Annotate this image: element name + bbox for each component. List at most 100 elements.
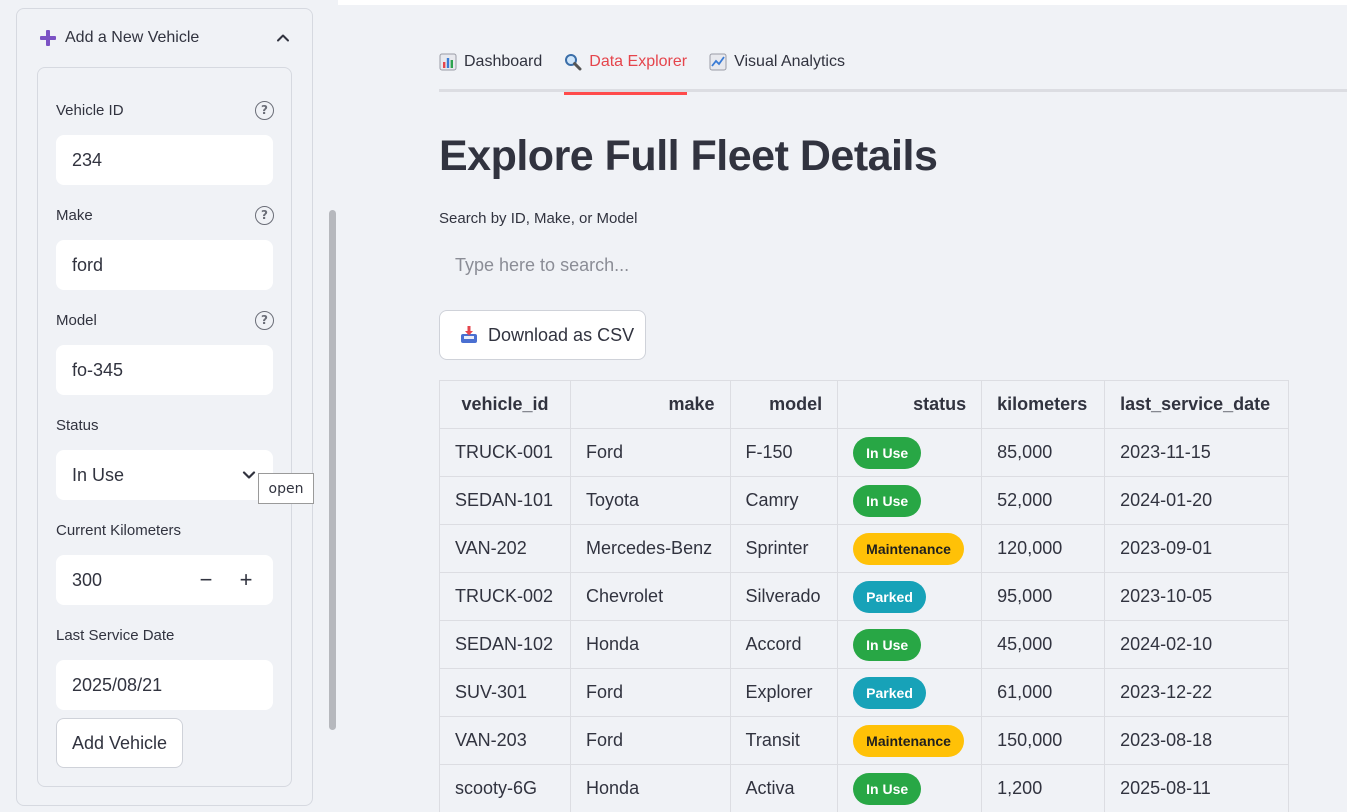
status-label: Status (56, 416, 99, 434)
cell-kilometers: 61,000 (981, 668, 1106, 717)
service-date-label: Last Service Date (56, 626, 175, 644)
tab-label: Dashboard (464, 53, 543, 70)
make-label: Make (56, 206, 93, 224)
column-header[interactable]: last_service_date (1104, 380, 1289, 429)
fleet-table: vehicle_id make model status kilometers … (438, 380, 1289, 812)
column-header[interactable]: kilometers (981, 380, 1106, 429)
cell-vehicle-id: TRUCK-001 (438, 428, 572, 477)
model-label: Model (56, 311, 97, 329)
cell-status: Maintenance (837, 524, 983, 573)
bar-chart-icon (439, 53, 457, 71)
download-csv-button[interactable]: Download as CSV (439, 310, 646, 360)
help-icon[interactable]: ? (255, 205, 274, 225)
cell-make: Ford (570, 668, 731, 717)
cell-status: In Use (837, 620, 983, 669)
table-header-row: vehicle_id make model status kilometers … (438, 380, 1289, 429)
status-select[interactable]: In Use (56, 450, 273, 500)
chevron-up-icon[interactable] (276, 31, 290, 45)
model-input[interactable]: fo-345 (56, 345, 273, 395)
cell-status: In Use (837, 428, 983, 477)
tab-data-explorer[interactable]: Data Explorer (564, 40, 688, 95)
cell-vehicle-id: SEDAN-101 (438, 476, 572, 525)
cell-vehicle-id: VAN-203 (438, 716, 572, 765)
cell-vehicle-id: TRUCK-002 (438, 572, 572, 621)
add-vehicle-button[interactable]: Add Vehicle (56, 718, 184, 768)
table-row: SEDAN-102 Honda Accord In Use 45,000 202… (438, 620, 1289, 669)
cell-model: Silverado (729, 572, 839, 621)
search-placeholder: Type here to search... (455, 254, 630, 275)
expander-header[interactable]: Add a New Vehicle (17, 9, 312, 67)
tab-dashboard[interactable]: Dashboard (439, 40, 542, 92)
help-icon[interactable]: ? (255, 310, 274, 330)
page-title: Explore Full Fleet Details (439, 132, 938, 180)
cell-kilometers: 150,000 (981, 716, 1106, 765)
expander-title: Add a New Vehicle (65, 29, 200, 46)
cell-vehicle-id: VAN-202 (438, 524, 572, 573)
table-row: SEDAN-101 Toyota Camry In Use 52,000 202… (438, 476, 1289, 525)
column-header[interactable]: model (729, 380, 839, 429)
status-badge: Parked (853, 676, 926, 709)
cell-make: Ford (570, 716, 731, 765)
magnifier-icon (565, 54, 582, 71)
increment-button[interactable]: + (235, 567, 257, 593)
cell-make: Honda (570, 764, 731, 812)
status-badge: In Use (853, 436, 922, 469)
status-value: In Use (72, 464, 125, 485)
sidebar: Add a New Vehicle Vehicle ID ? 234 Make … (0, 0, 336, 812)
cell-make: Chevrolet (570, 572, 731, 621)
kilometers-label: Current Kilometers (56, 521, 182, 539)
cell-make: Ford (570, 428, 731, 477)
cell-make: Honda (570, 620, 731, 669)
add-vehicle-expander: Add a New Vehicle Vehicle ID ? 234 Make … (16, 8, 313, 806)
cell-service-date: 2023-10-05 (1104, 572, 1289, 621)
kilometers-field: Current Kilometers 300 − + (56, 520, 274, 605)
tab-visual-analytics[interactable]: Visual Analytics (709, 40, 845, 92)
cell-status: Parked (837, 668, 983, 717)
status-field: Status In Use (56, 415, 274, 500)
cell-model: Camry (729, 476, 839, 525)
service-date-field: Last Service Date 2025/08/21 (56, 625, 274, 710)
status-badge: Parked (853, 580, 926, 613)
table-row: TRUCK-002 Chevrolet Silverado Parked 95,… (438, 572, 1289, 621)
cell-kilometers: 85,000 (981, 428, 1106, 477)
search-input[interactable]: Type here to search... (439, 240, 1347, 290)
vehicle-id-input[interactable]: 234 (56, 135, 273, 185)
column-header[interactable]: make (570, 380, 731, 429)
tooltip: open (258, 473, 314, 504)
cell-service-date: 2023-12-22 (1104, 668, 1289, 717)
table-row: VAN-202 Mercedes-Benz Sprinter Maintenan… (438, 524, 1289, 573)
tab-label: Visual Analytics (734, 53, 845, 70)
add-vehicle-form: Vehicle ID ? 234 Make ? ford Model ? fo-… (37, 67, 292, 787)
status-badge: Maintenance (853, 724, 964, 757)
cell-kilometers: 52,000 (981, 476, 1106, 525)
service-date-value: 2025/08/21 (72, 674, 163, 695)
column-header[interactable]: status (837, 380, 983, 429)
service-date-input[interactable]: 2025/08/21 (56, 660, 273, 710)
status-badge: In Use (853, 484, 922, 517)
cell-service-date: 2023-11-15 (1104, 428, 1289, 477)
cell-kilometers: 120,000 (981, 524, 1106, 573)
vehicle-id-value: 234 (72, 149, 103, 170)
cell-service-date: 2025-08-11 (1104, 764, 1289, 812)
tab-label: Data Explorer (589, 53, 688, 70)
decrement-button[interactable]: − (195, 567, 217, 593)
help-icon[interactable]: ? (255, 100, 274, 120)
inbox-tray-icon (461, 326, 477, 343)
table-row: scooty-6G Honda Activa In Use 1,200 2025… (438, 764, 1289, 812)
kilometers-stepper[interactable]: 300 − + (56, 555, 273, 605)
table-row: SUV-301 Ford Explorer Parked 61,000 2023… (438, 668, 1289, 717)
cell-model: F-150 (729, 428, 839, 477)
sidebar-scrollbar[interactable] (329, 210, 336, 730)
line-chart-icon (709, 53, 727, 71)
make-input[interactable]: ford (56, 240, 273, 290)
cell-model: Explorer (729, 668, 839, 717)
cell-service-date: 2023-08-18 (1104, 716, 1289, 765)
column-header[interactable]: vehicle_id (438, 380, 572, 429)
chevron-down-icon[interactable] (241, 467, 257, 483)
search-label: Search by ID, Make, or Model (439, 210, 638, 227)
cell-service-date: 2024-02-10 (1104, 620, 1289, 669)
cell-service-date: 2023-09-01 (1104, 524, 1289, 573)
cell-model: Accord (729, 620, 839, 669)
kilometers-value: 300 (72, 569, 103, 590)
status-badge: Maintenance (853, 532, 964, 565)
